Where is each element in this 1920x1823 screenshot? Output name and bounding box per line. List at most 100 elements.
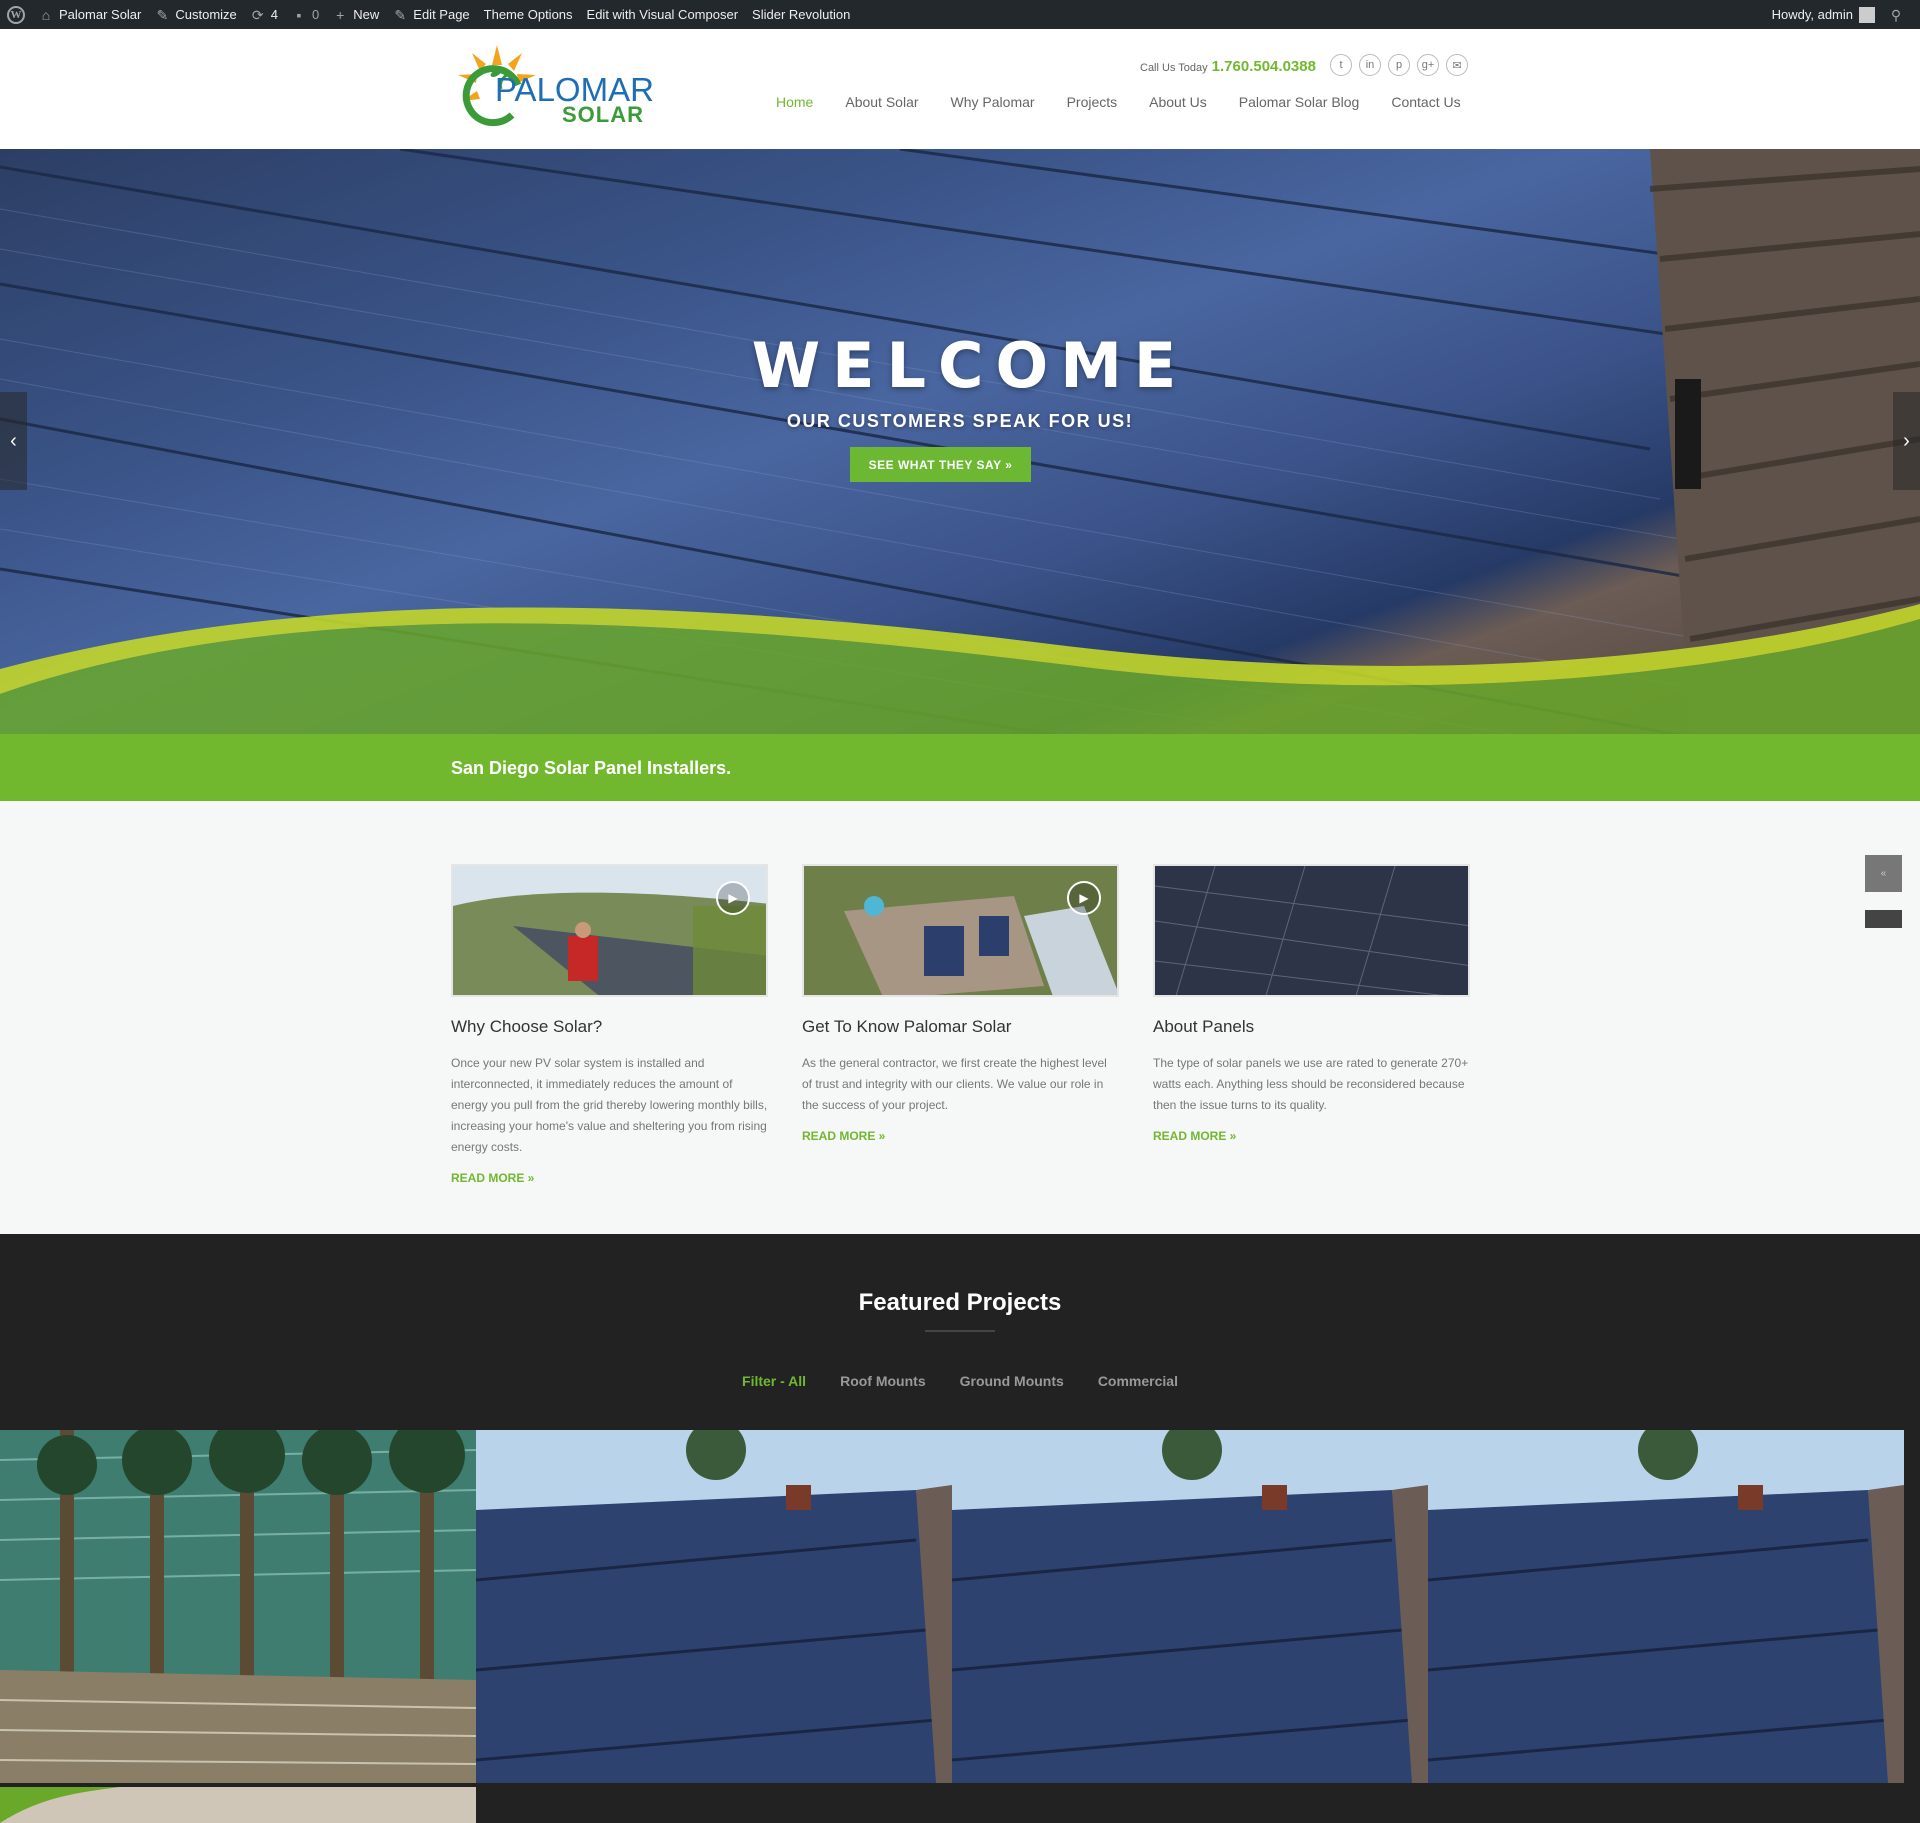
- email-icon[interactable]: ✉: [1446, 54, 1468, 76]
- slider-revolution-label: Slider Revolution: [752, 7, 851, 22]
- feature-body: The type of solar panels we use are rate…: [1153, 1056, 1469, 1112]
- nav-home[interactable]: Home: [760, 94, 829, 110]
- title-divider: [925, 1330, 995, 1332]
- customize-label: Customize: [175, 7, 237, 22]
- play-icon[interactable]: ▶: [716, 881, 750, 915]
- read-more-link[interactable]: READ MORE »: [451, 1171, 768, 1185]
- nav-blog[interactable]: Palomar Solar Blog: [1223, 94, 1376, 110]
- project-image: [476, 1430, 952, 1783]
- filter-all[interactable]: Filter - All: [742, 1373, 806, 1389]
- project-tile[interactable]: [952, 1430, 1428, 1783]
- feature-image: [1155, 866, 1468, 995]
- social-icons: t in p g+ ✉: [1330, 54, 1468, 76]
- filter-ground-mounts[interactable]: Ground Mounts: [960, 1373, 1064, 1389]
- new-content-link[interactable]: + New: [326, 0, 386, 29]
- phone-number[interactable]: 1.760.504.0388: [1212, 58, 1316, 75]
- project-tile[interactable]: [1428, 1430, 1904, 1783]
- wordpress-logo-button[interactable]: W: [0, 0, 32, 29]
- nav-projects[interactable]: Projects: [1051, 94, 1134, 110]
- nav-contact-us[interactable]: Contact Us: [1375, 94, 1476, 110]
- theme-options-label: Theme Options: [483, 7, 573, 22]
- feature-body: As the general contractor, we first crea…: [802, 1056, 1107, 1112]
- filter-commercial[interactable]: Commercial: [1098, 1373, 1178, 1389]
- account-menu[interactable]: Howdy, admin: [1765, 0, 1882, 29]
- filter-roof-mounts[interactable]: Roof Mounts: [840, 1373, 926, 1389]
- twitter-icon[interactable]: t: [1330, 54, 1352, 76]
- nav-about-solar[interactable]: About Solar: [829, 94, 934, 110]
- call-us: Call Us Today 1.760.504.0388: [1140, 58, 1316, 75]
- scroll-to-top-button[interactable]: «: [1865, 855, 1902, 892]
- feature-body: Once your new PV solar system is install…: [451, 1056, 768, 1154]
- visual-composer-link[interactable]: Edit with Visual Composer: [580, 0, 746, 29]
- feature-card-why-solar: ▶ Why Choose Solar? Once your new PV sol…: [451, 864, 768, 1185]
- hero-title: WELCOME: [751, 329, 1189, 402]
- admin-search-button[interactable]: ⚲: [1882, 0, 1910, 29]
- edit-page-label: Edit Page: [413, 7, 470, 22]
- theme-options-link[interactable]: Theme Options: [477, 0, 580, 29]
- read-more-link[interactable]: READ MORE »: [802, 1129, 1119, 1143]
- video-thumbnail[interactable]: ▶: [802, 864, 1119, 997]
- chevron-left-icon: ‹: [10, 429, 17, 452]
- feature-title: Why Choose Solar?: [451, 1017, 603, 1036]
- plus-icon: +: [336, 6, 345, 23]
- project-image: [0, 1787, 476, 1823]
- pencil-icon: ✎: [394, 6, 407, 23]
- comments-count: 0: [312, 7, 320, 22]
- avatar: [1859, 6, 1875, 23]
- hero-background-image: [0, 149, 1920, 734]
- visual-composer-label: Edit with Visual Composer: [586, 7, 739, 22]
- slider-revolution-link[interactable]: Slider Revolution: [745, 0, 857, 29]
- play-icon[interactable]: ▶: [1067, 881, 1101, 915]
- project-tile[interactable]: [0, 1787, 476, 1823]
- hero-subtitle: OUR CUSTOMERS SPEAK FOR US!: [786, 411, 1134, 431]
- updates-icon: ⟳: [251, 6, 264, 23]
- site-name-link[interactable]: ⌂ Palomar Solar: [32, 0, 148, 29]
- howdy-label: Howdy, admin: [1771, 7, 1853, 22]
- read-more-link[interactable]: READ MORE »: [1153, 1129, 1470, 1143]
- admin-bar: W ⌂ Palomar Solar ✎ Customize ⟳ 4 ▪ 0 + New ✎…: [0, 0, 1920, 29]
- call-us-label: Call Us Today: [1140, 62, 1208, 74]
- side-panel-toggle[interactable]: [1865, 910, 1902, 928]
- wordpress-icon: W: [7, 5, 25, 24]
- dashboard-icon: ⌂: [41, 6, 51, 23]
- project-filters: Filter - All Roof Mounts Ground Mounts C…: [0, 1373, 1920, 1389]
- edit-page-link[interactable]: ✎ Edit Page: [386, 0, 476, 29]
- feature-card-get-to-know: ▶ Get To Know Palomar Solar As the gener…: [802, 864, 1119, 1143]
- feature-title: Get To Know Palomar Solar: [802, 1017, 1012, 1036]
- comment-icon: ▪: [296, 6, 302, 23]
- project-tile[interactable]: [0, 1430, 476, 1783]
- project-image: [1428, 1430, 1904, 1783]
- updates-link[interactable]: ⟳ 4: [244, 0, 285, 29]
- site-logo[interactable]: PALOMAR SOLAR: [452, 43, 662, 137]
- project-image: [0, 1430, 476, 1783]
- video-thumbnail[interactable]: ▶: [451, 864, 768, 997]
- nav-why-palomar[interactable]: Why Palomar: [935, 94, 1051, 110]
- featured-projects-section: Featured Projects Filter - All Roof Moun…: [0, 1234, 1920, 1823]
- logo-line2: SOLAR: [562, 102, 644, 127]
- project-image: [952, 1430, 1428, 1783]
- search-icon: ⚲: [1890, 6, 1902, 23]
- see-what-they-say-button[interactable]: SEE WHAT THEY SAY »: [850, 447, 1031, 482]
- new-label: New: [353, 7, 380, 22]
- slider-prev-button[interactable]: ‹: [0, 392, 27, 490]
- tagline-text: San Diego Solar Panel Installers.: [451, 758, 732, 778]
- nav-about-us[interactable]: About Us: [1133, 94, 1223, 110]
- slider-next-button[interactable]: ›: [1893, 392, 1920, 490]
- section-title: Featured Projects: [858, 1289, 1062, 1316]
- chevron-right-icon: ›: [1903, 429, 1910, 452]
- customize-link[interactable]: ✎ Customize: [148, 0, 243, 29]
- brush-icon: ✎: [156, 6, 169, 23]
- feature-thumbnail[interactable]: [1153, 864, 1470, 997]
- pinterest-icon[interactable]: p: [1388, 54, 1410, 76]
- linkedin-icon[interactable]: in: [1359, 54, 1381, 76]
- updates-count: 4: [270, 7, 279, 22]
- feature-card-about-panels: About Panels The type of solar panels we…: [1153, 864, 1470, 1143]
- chevron-up-icon: «: [1880, 868, 1887, 879]
- comments-link[interactable]: ▪ 0: [285, 0, 326, 29]
- project-tile[interactable]: [476, 1430, 952, 1783]
- tagline-strip: San Diego Solar Panel Installers.: [0, 734, 1920, 801]
- site-header: PALOMAR SOLAR Call Us Today 1.760.504.03…: [0, 29, 1920, 149]
- site-name-label: Palomar Solar: [59, 7, 142, 22]
- google-plus-icon[interactable]: g+: [1417, 54, 1439, 76]
- features-section: ▶ Why Choose Solar? Once your new PV sol…: [0, 801, 1920, 1234]
